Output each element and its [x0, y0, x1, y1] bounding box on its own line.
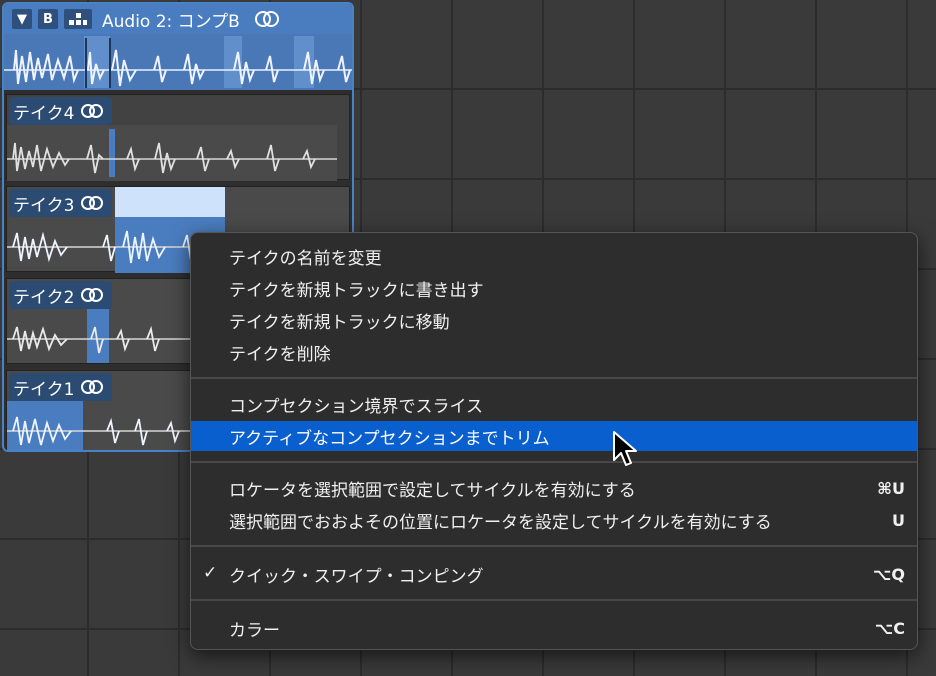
take-4-lane[interactable]: テイク4 — [6, 94, 350, 181]
shortcut-label: ⌥C — [874, 618, 905, 638]
loop-rings-icon[interactable] — [254, 10, 280, 28]
hierarchy-button[interactable] — [64, 9, 92, 29]
shortcut-label: ⌘U — [877, 478, 905, 498]
menu-item-delete-take[interactable]: テイクを削除 — [191, 337, 917, 367]
take-label[interactable]: テイク4 — [9, 97, 113, 125]
menu-item-rename-take[interactable]: テイクの名前を変更 — [191, 241, 917, 271]
menu-separator — [191, 461, 917, 463]
triangle-down-icon: ▼ — [17, 11, 27, 27]
menu-item-color[interactable]: カラー ⌥C — [191, 613, 917, 643]
take-label[interactable]: テイク3 — [9, 189, 113, 217]
comp-track-title: Audio 2: コンプB — [102, 11, 240, 32]
b-button[interactable]: B — [38, 9, 58, 29]
menu-item-quick-swipe-comping[interactable]: ✓ クイック・スワイプ・コンピング ⌥Q — [191, 559, 917, 589]
menu-separator — [191, 545, 917, 547]
menu-item-set-rounded-locators-cycle[interactable]: 選択範囲でおおよその位置にロケータを設定してサイクルを有効にする U — [191, 505, 917, 535]
mouse-cursor-icon — [613, 431, 637, 466]
collapse-button[interactable]: ▼ — [12, 9, 32, 29]
menu-item-trim-to-active-comp[interactable]: アクティブなコンプセクションまでトリム — [191, 421, 917, 451]
context-menu: テイクの名前を変更 テイクを新規トラックに書き出す テイクを新規トラックに移動 … — [190, 232, 918, 650]
loop-rings-icon — [81, 288, 104, 302]
menu-item-slice-at-comp-borders[interactable]: コンプセクション境界でスライス — [191, 389, 917, 419]
menu-item-export-take[interactable]: テイクを新規トラックに書き出す — [191, 273, 917, 303]
comp-track-header[interactable]: ▼ B Audio 2: コンプB — [4, 4, 352, 34]
loop-rings-icon — [81, 380, 104, 394]
take-label[interactable]: テイク1 — [9, 373, 113, 401]
b-label: B — [43, 11, 53, 27]
menu-item-set-locators-cycle[interactable]: ロケータを選択範囲で設定してサイクルを有効にする ⌘U — [191, 473, 917, 503]
hierarchy-icon — [69, 13, 87, 25]
shortcut-label: U — [892, 510, 905, 530]
menu-separator — [191, 377, 917, 379]
menu-item-move-take[interactable]: テイクを新規トラックに移動 — [191, 305, 917, 335]
checkmark-icon: ✓ — [203, 563, 218, 583]
take-label[interactable]: テイク2 — [9, 281, 113, 309]
loop-rings-icon — [81, 104, 104, 118]
menu-separator — [191, 599, 917, 601]
comp-waveform[interactable] — [4, 34, 352, 90]
loop-rings-icon — [81, 196, 104, 210]
shortcut-label: ⌥Q — [872, 564, 905, 584]
